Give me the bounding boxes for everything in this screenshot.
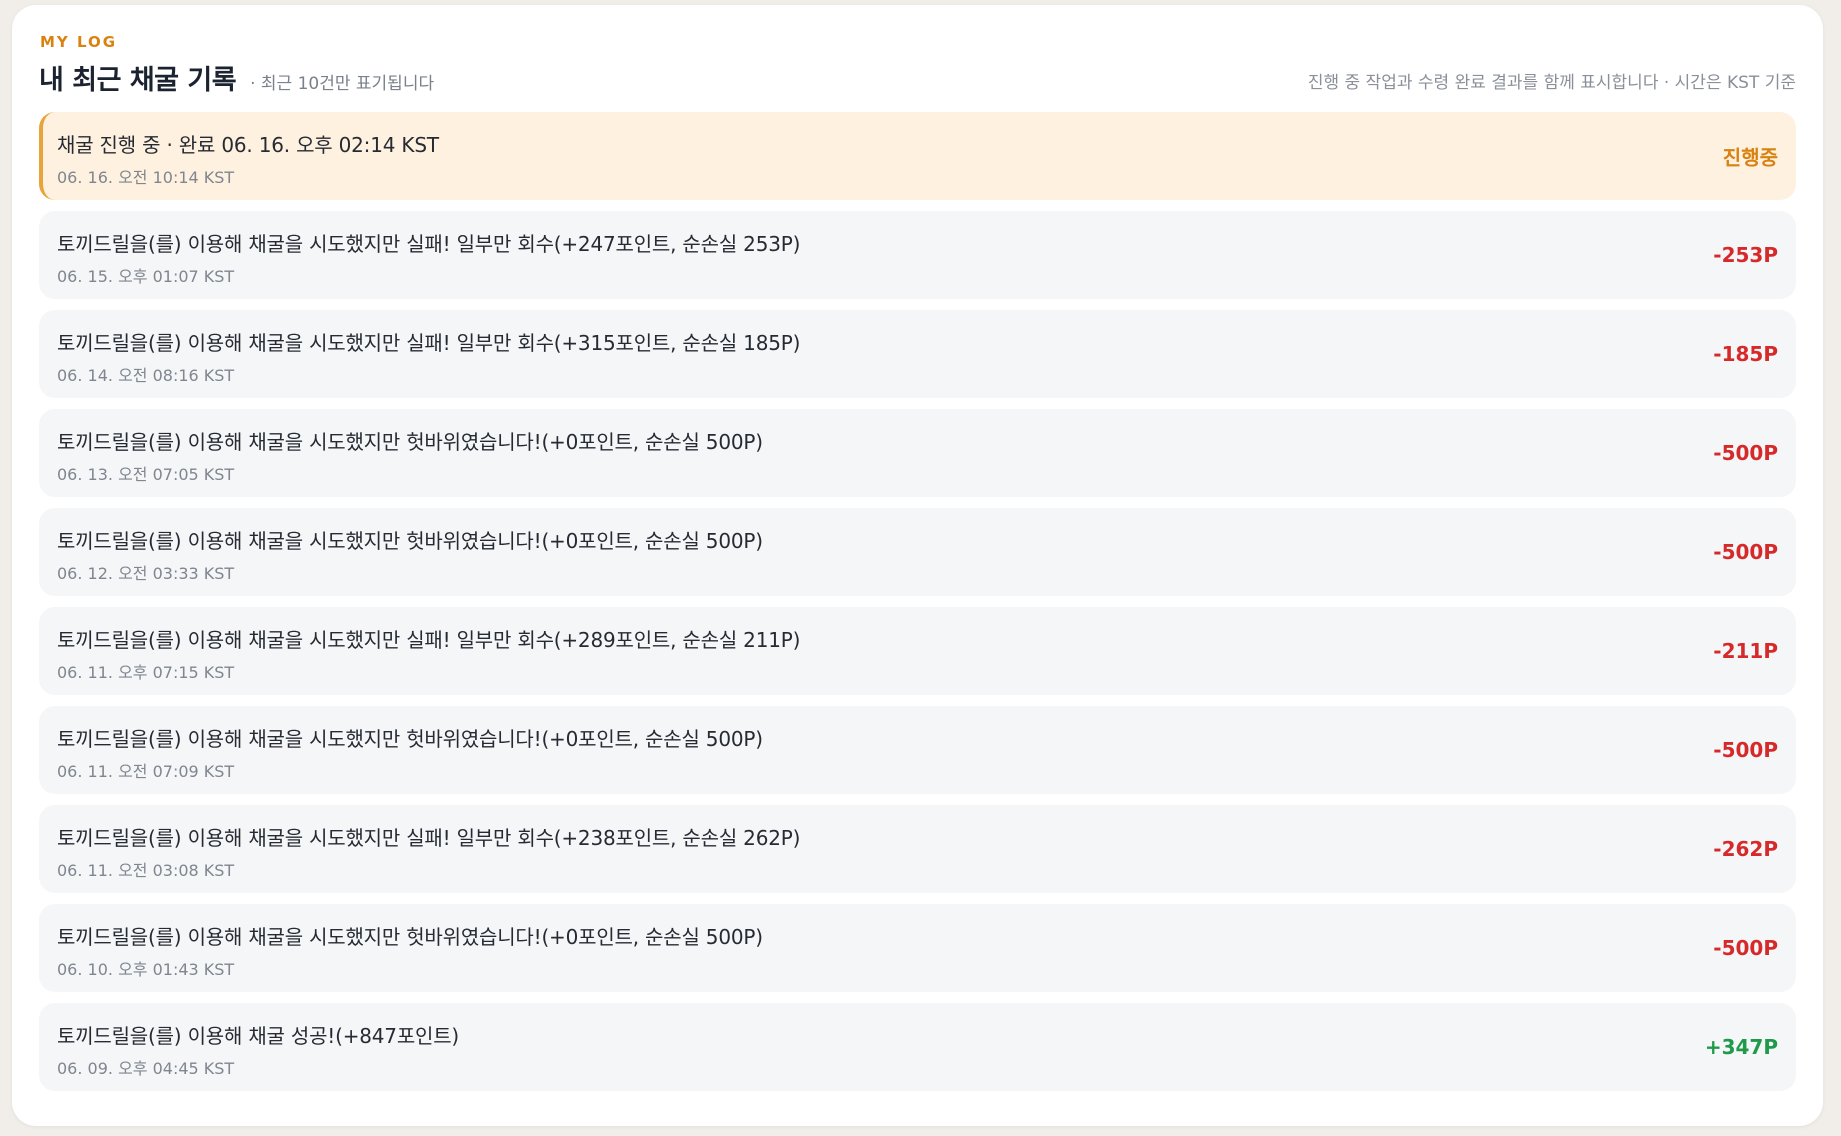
log-row-amount: -253P [1713,243,1778,267]
log-row-time: 06. 11. 오전 07:09 KST [57,762,235,781]
log-row[interactable]: 토끼드릴을(를) 이용해 채굴을 시도했지만 실패! 일부만 회수(+315포인… [39,310,1796,398]
log-row-amount: -500P [1713,738,1778,762]
log-row[interactable]: 토끼드릴을(를) 이용해 채굴을 시도했지만 헛바위였습니다!(+0포인트, 순… [39,904,1796,992]
log-row-time: 06. 13. 오전 07:05 KST [57,465,235,484]
log-row[interactable]: 토끼드릴을(를) 이용해 채굴을 시도했지만 실패! 일부만 회수(+289포인… [39,607,1796,695]
log-row-text: 토끼드릴을(를) 이용해 채굴을 시도했지만 헛바위였습니다!(+0포인트, 순… [57,727,763,751]
log-row-time: 06. 09. 오후 04:45 KST [57,1059,235,1078]
log-row-time: 06. 12. 오전 03:33 KST [57,564,235,583]
log-list: 채굴 진행 중 · 완료 06. 16. 오후 02:14 KST 06. 16… [39,112,1796,1091]
log-row-amount: -500P [1713,540,1778,564]
log-row[interactable]: 토끼드릴을(를) 이용해 채굴을 시도했지만 헛바위였습니다!(+0포인트, 순… [39,508,1796,596]
log-row-text: 토끼드릴을(를) 이용해 채굴을 시도했지만 실패! 일부만 회수(+247포인… [57,232,801,256]
log-row-time: 06. 10. 오후 01:43 KST [57,960,235,979]
log-row-text: 토끼드릴을(를) 이용해 채굴을 시도했지만 헛바위였습니다!(+0포인트, 순… [57,529,763,553]
header-description: 진행 중 작업과 수령 완료 결과를 함께 표시합니다 · 시간은 KST 기준 [1307,73,1796,93]
log-row-amount: -500P [1713,441,1778,465]
log-row-time: 06. 16. 오전 10:14 KST [57,168,235,187]
log-row-text: 채굴 진행 중 · 완료 06. 16. 오후 02:14 KST [57,133,439,157]
log-row-text: 토끼드릴을(를) 이용해 채굴을 시도했지만 헛바위였습니다!(+0포인트, 순… [57,430,763,454]
log-row-amount: -211P [1713,639,1778,663]
header-left: 내 최근 채굴 기록 · 최근 10건만 표기됩니다 [39,58,434,97]
mining-log-card: MY LOG 내 최근 채굴 기록 · 최근 10건만 표기됩니다 진행 중 작… [12,5,1823,1126]
log-row-amount: +347P [1704,1035,1778,1059]
log-row[interactable]: 토끼드릴을(를) 이용해 채굴을 시도했지만 실패! 일부만 회수(+247포인… [39,211,1796,299]
log-row-amount: -500P [1713,936,1778,960]
log-row[interactable]: 토끼드릴을(를) 이용해 채굴 성공!(+847포인트) 06. 09. 오후 … [39,1003,1796,1091]
log-row-amount: -262P [1713,837,1778,861]
log-row-text: 토끼드릴을(를) 이용해 채굴을 시도했지만 실패! 일부만 회수(+289포인… [57,628,801,652]
log-row-time: 06. 14. 오전 08:16 KST [57,366,235,385]
page-title: 내 최근 채굴 기록 [39,65,237,96]
log-row[interactable]: 토끼드릴을(를) 이용해 채굴을 시도했지만 헛바위였습니다!(+0포인트, 순… [39,409,1796,497]
log-row[interactable]: 토끼드릴을(를) 이용해 채굴을 시도했지만 실패! 일부만 회수(+238포인… [39,805,1796,893]
log-row-text: 토끼드릴을(를) 이용해 채굴을 시도했지만 헛바위였습니다!(+0포인트, 순… [57,925,763,949]
log-row-status: 진행중 [1722,145,1778,170]
title-note: · 최근 10건만 표기됩니다 [250,74,435,94]
log-row-text: 토끼드릴을(를) 이용해 채굴 성공!(+847포인트) [57,1024,460,1048]
log-row-time: 06. 11. 오후 07:15 KST [57,663,235,682]
log-header: 내 최근 채굴 기록 · 최근 10건만 표기됩니다 진행 중 작업과 수령 완… [39,63,1796,97]
log-row-time: 06. 15. 오후 01:07 KST [57,267,235,286]
log-row-text: 토끼드릴을(를) 이용해 채굴을 시도했지만 실패! 일부만 회수(+315포인… [57,331,801,355]
log-row-amount: -185P [1713,342,1778,366]
log-row[interactable]: 토끼드릴을(를) 이용해 채굴을 시도했지만 헛바위였습니다!(+0포인트, 순… [39,706,1796,794]
log-row-in-progress[interactable]: 채굴 진행 중 · 완료 06. 16. 오후 02:14 KST 06. 16… [39,112,1796,200]
section-eyebrow: MY LOG [40,33,118,51]
log-row-time: 06. 11. 오전 03:08 KST [57,861,235,880]
log-row-text: 토끼드릴을(를) 이용해 채굴을 시도했지만 실패! 일부만 회수(+238포인… [57,826,801,850]
